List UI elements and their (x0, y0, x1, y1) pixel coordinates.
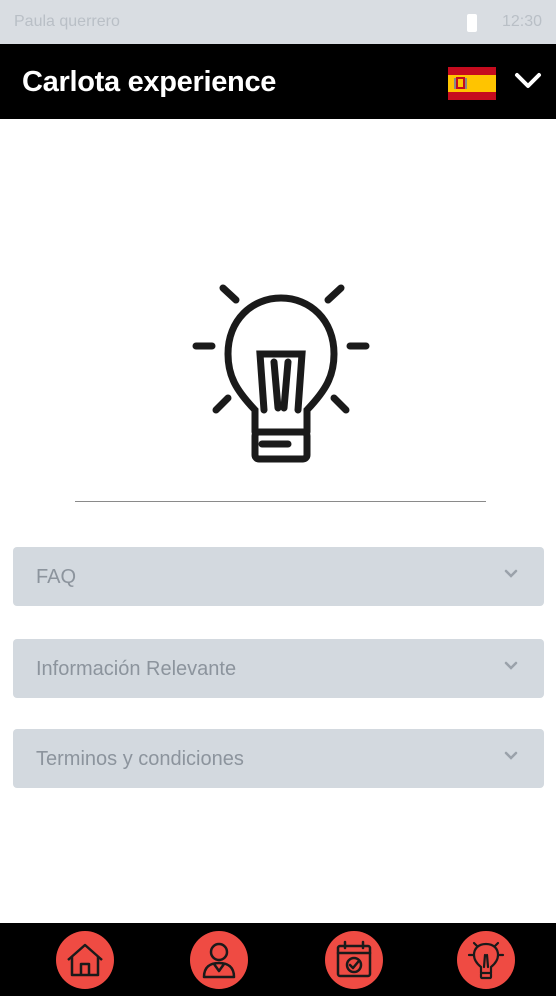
chevron-down-icon (504, 569, 518, 578)
page-title: Carlota experience (22, 66, 277, 98)
app-header: Carlota experience (0, 44, 556, 119)
battery-icon (467, 14, 477, 32)
nav-profile-button[interactable] (190, 931, 248, 989)
nav-tips-button[interactable] (457, 931, 515, 989)
calendar-check-icon (336, 940, 372, 978)
chevron-down-icon[interactable] (513, 69, 543, 93)
accordion-label: FAQ (36, 566, 77, 588)
accordion-faq[interactable]: FAQ (13, 547, 544, 606)
user-profile-icon (202, 942, 236, 979)
status-bar: Paula querrero 12:30 (0, 0, 556, 44)
lightbulb-icon (192, 284, 370, 463)
bottom-nav (0, 923, 556, 996)
chevron-down-icon (504, 661, 518, 670)
accordion-label: Terminos y condiciones (36, 748, 244, 770)
lightbulb-icon (467, 941, 505, 980)
status-time: 12:30 (502, 13, 543, 30)
accordion-label: Información Relevante (36, 658, 237, 680)
accordion-terminos-condiciones[interactable]: Terminos y condiciones (13, 729, 544, 788)
spain-flag-icon[interactable] (448, 67, 496, 100)
divider (75, 501, 486, 502)
nav-calendar-button[interactable] (325, 931, 383, 989)
accordion-informacion-relevante[interactable]: Información Relevante (13, 639, 544, 698)
home-icon (67, 943, 103, 977)
status-user-name: Paula querrero (14, 13, 120, 30)
nav-home-button[interactable] (56, 931, 114, 989)
chevron-down-icon (504, 751, 518, 760)
